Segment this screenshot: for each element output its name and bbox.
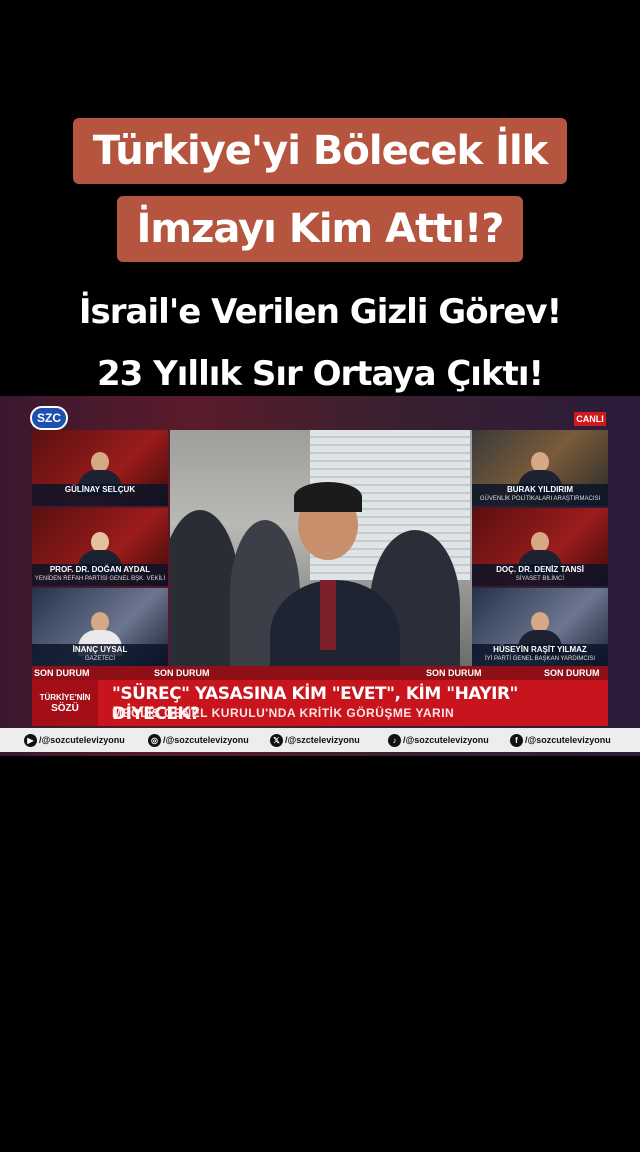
social-handle: /@sozcutelevizyonu — [525, 735, 611, 745]
youtube-icon: ▶ — [24, 734, 37, 748]
guest-name: BURAK YILDIRIM — [506, 485, 574, 494]
guest-role: GAZETECİ — [84, 656, 115, 662]
x-twitter-icon: 𝕏 — [270, 734, 283, 748]
guest-name: DOÇ. DR. DENİZ TANSİ — [496, 565, 584, 574]
guest-panel-left-1: GÜLİNAY SELÇUK — [32, 430, 168, 506]
guest-name: İNANÇ UYSAL — [72, 645, 128, 654]
program-tag-line1: TÜRKİYE'NİN — [39, 693, 91, 702]
social-instagram[interactable]: ◎/@sozcutelevizyonu — [148, 732, 249, 748]
social-handle: /@szctelevizyonu — [285, 735, 360, 745]
guest-role: İYİ PARTİ GENEL BAŞKAN YARDIMCISI — [484, 656, 596, 662]
headline-line1: Türkiye'yi Bölecek İlk — [72, 118, 568, 184]
subtitle-line1: İsrail'e Verilen Gizli Görev! — [78, 292, 562, 332]
instagram-icon: ◎ — [148, 734, 161, 748]
program-tag: TÜRKİYE'NİN SÖZÜ — [32, 680, 98, 726]
guest-panel-right-2: DOÇ. DR. DENİZ TANSİ SİYASET BİLİMCİ — [472, 508, 608, 586]
guest-name: HÜSEYİN RAŞİT YILMAZ — [493, 645, 587, 654]
main-video-feed — [170, 430, 472, 666]
video-frame[interactable]: SZC CANLI GÜLİNAY SELÇUK PROF. DR. DOĞAN… — [0, 396, 640, 756]
lower-third: TÜRKİYE'NİN SÖZÜ "SÜREÇ" YASASINA KİM "E… — [32, 680, 608, 726]
guest-panel-left-3: İNANÇ UYSAL GAZETECİ — [32, 588, 168, 666]
facebook-icon: f — [510, 734, 523, 748]
guest-role: GÜVENLİK POLİTİKALARI ARAŞTIRMACISI — [479, 496, 601, 502]
guest-panel-right-1: BURAK YILDIRIM GÜVENLİK POLİTİKALARI ARAŞ… — [472, 430, 608, 506]
lower-third-subheadline: MECLİS GENEL KURULU'NDA KRİTİK GÖRÜŞME Y… — [112, 706, 455, 720]
guest-name: PROF. DR. DOĞAN AYDAL — [49, 565, 151, 574]
social-handle: /@sozcutelevizyonu — [403, 735, 489, 745]
ticker-label: SON DURUM — [426, 668, 482, 678]
headline-line2: İmzayı Kim Attı!? — [116, 196, 524, 262]
guest-role: SİYASET BİLİMCİ — [515, 576, 565, 582]
social-facebook[interactable]: f/@sozcutelevizyonu — [510, 732, 611, 748]
headline-box-line2: İmzayı Kim Attı!? — [0, 196, 640, 262]
live-badge: CANLI — [574, 412, 606, 426]
headline-box-line1: Türkiye'yi Bölecek İlk — [0, 118, 640, 184]
social-handles-bar: ▶/@sozcutelevizyonu ◎/@sozcutelevizyonu … — [0, 728, 640, 752]
social-handle: /@sozcutelevizyonu — [39, 735, 125, 745]
tiktok-icon: ♪ — [388, 734, 401, 748]
social-youtube[interactable]: ▶/@sozcutelevizyonu — [24, 732, 125, 748]
ticker-label: SON DURUM — [154, 668, 210, 678]
breaking-news-bar: SON DURUM SON DURUM SON DURUM SON DURUM — [32, 666, 608, 680]
channel-logo: SZC — [30, 406, 68, 430]
guest-name: GÜLİNAY SELÇUK — [64, 485, 136, 494]
guest-panel-right-3: HÜSEYİN RAŞİT YILMAZ İYİ PARTİ GENEL BAŞK… — [472, 588, 608, 666]
ticker-label: SON DURUM — [544, 668, 600, 678]
guest-panel-left-2: PROF. DR. DOĞAN AYDAL YENİDEN REFAH PARTİ… — [32, 508, 168, 586]
subtitle-line2: 23 Yıllık Sır Ortaya Çıktı! — [97, 354, 544, 394]
social-x[interactable]: 𝕏/@szctelevizyonu — [270, 732, 360, 748]
program-tag-line2: SÖZÜ — [51, 703, 79, 714]
guest-role: YENİDEN REFAH PARTİSİ GENEL BŞK. VEKİLİ — [34, 576, 166, 582]
social-tiktok[interactable]: ♪/@sozcutelevizyonu — [388, 732, 489, 748]
ticker-label: SON DURUM — [34, 668, 90, 678]
social-handle: /@sozcutelevizyonu — [163, 735, 249, 745]
